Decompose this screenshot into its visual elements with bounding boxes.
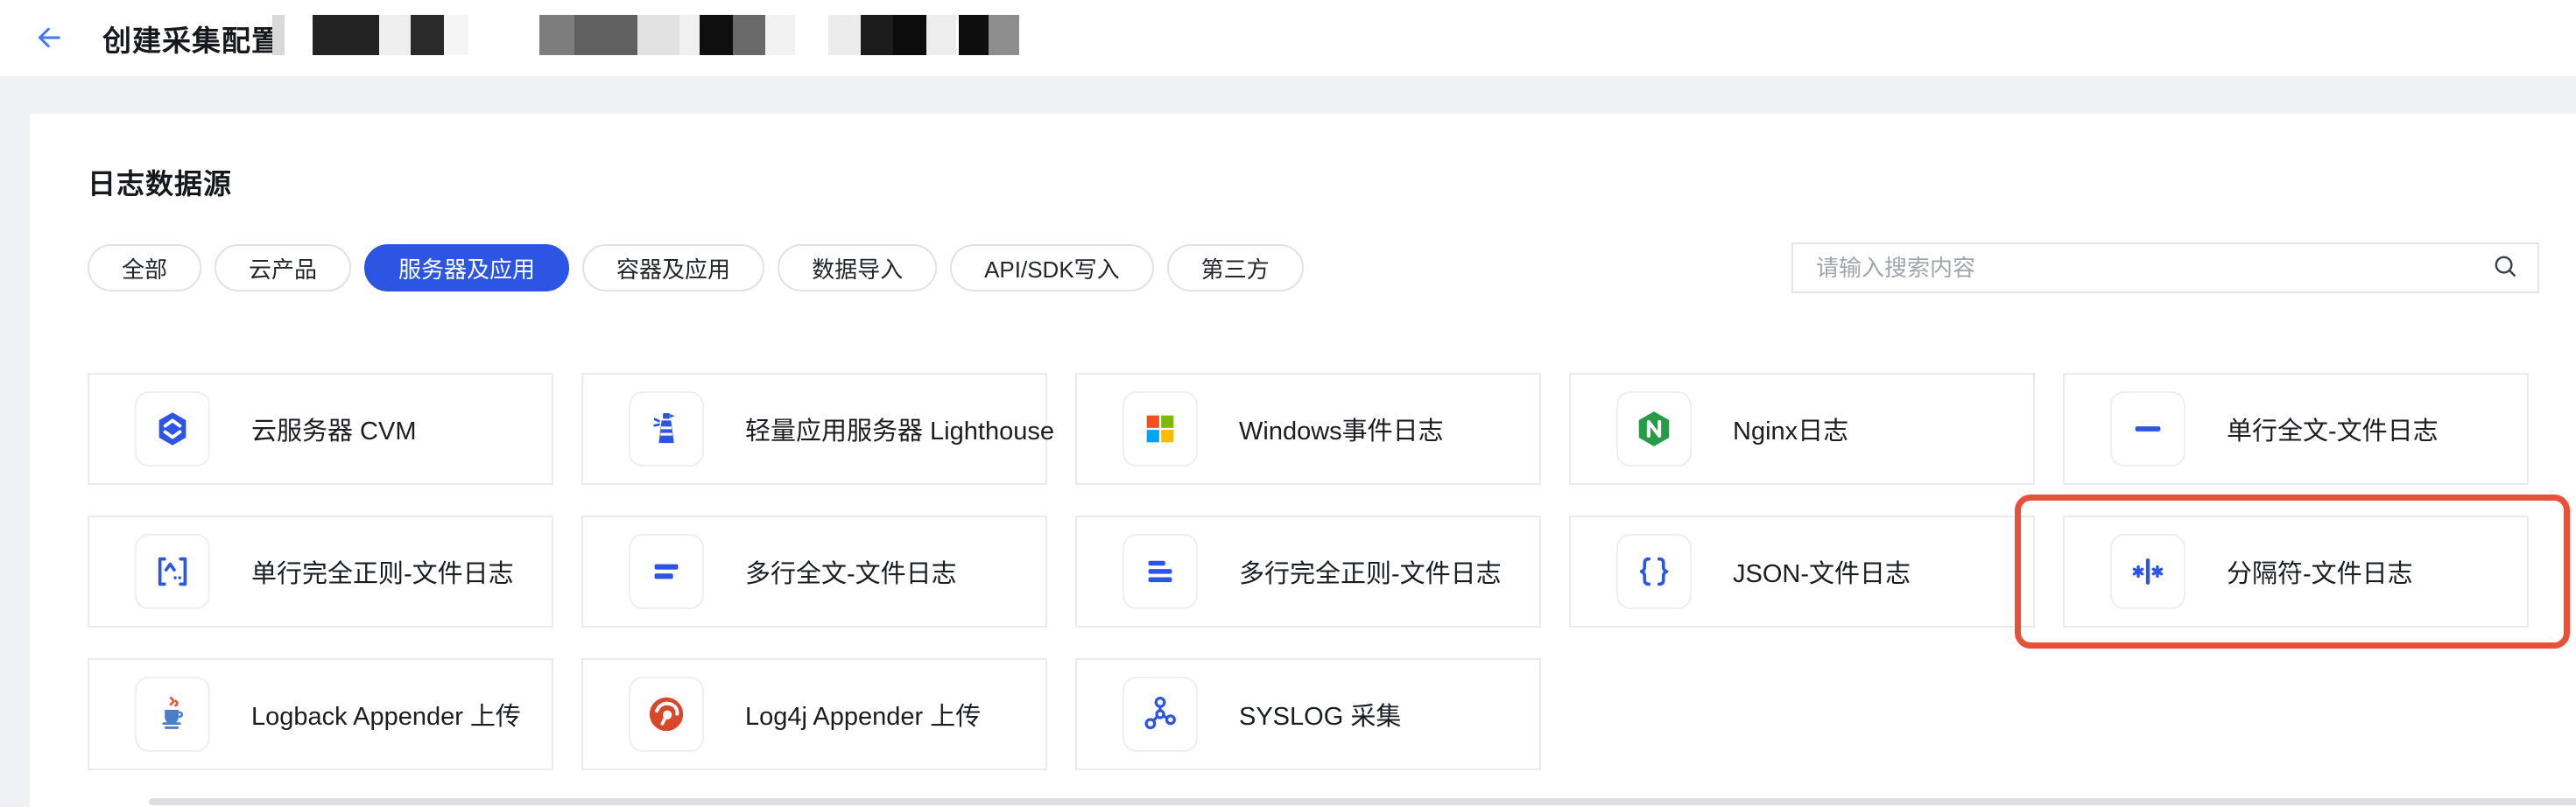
card-icon-box: [1123, 391, 1198, 467]
arrow-left-icon: [39, 27, 60, 47]
redacted-block: [733, 15, 765, 55]
content-panel: 日志数据源 全部云产品服务器及应用容器及应用数据导入 API/SDK写入第三方 云…: [30, 114, 2576, 807]
card-icon-box: [629, 391, 704, 467]
card-label: JSON-文件日志: [1733, 560, 1911, 588]
redacted-block: [828, 15, 861, 55]
cvm-icon: [158, 412, 187, 446]
filter-tab-0[interactable]: 全部: [88, 244, 202, 291]
redacted-block: [379, 15, 411, 55]
card-icon-box: [135, 677, 210, 752]
card-icon-box: [135, 534, 210, 609]
redacted-block: [893, 15, 926, 55]
multi-line-regex-icon: [1148, 560, 1172, 583]
redacted-block: [700, 15, 733, 55]
card-icon-box: [1616, 391, 1692, 467]
redacted-block: [765, 15, 795, 55]
filter-tab-2[interactable]: 服务器及应用: [364, 244, 570, 291]
card-icon-box: [135, 391, 210, 467]
redacted-block: [444, 15, 468, 55]
redacted-block: [679, 15, 700, 55]
search-box: [1791, 242, 2539, 293]
nginx-icon: [1638, 411, 1670, 446]
toolbar: 全部 云产品 服务器及应用 容器及应用 数据导入 API/SDK写入 第三方: [88, 242, 2539, 293]
filter-tab-4[interactable]: 数据导入: [778, 244, 938, 291]
redacted-block: [272, 15, 285, 55]
card-label: Windows事件日志: [1239, 418, 1444, 446]
source-card-4[interactable]: 单行全文-文件日志: [2063, 373, 2529, 485]
horizontal-scrollbar[interactable]: [149, 798, 2576, 805]
filter-tabs: 全部 云产品 服务器及应用 容器及应用 数据导入 API/SDK写入 第三方: [88, 244, 1304, 291]
filter-tab-3[interactable]: 容器及应用: [582, 244, 765, 291]
delimiter-icon: [2132, 558, 2164, 585]
regex-icon: [158, 557, 187, 586]
card-grid: 云服务器 CVM 轻量应用服务器 Lighthouse Windows事件日志 Ngi…: [88, 373, 2570, 770]
card-label: 单行全文-文件日志: [2227, 418, 2439, 446]
page-title: 创建采集配置: [102, 24, 281, 57]
search-icon: [2495, 256, 2516, 277]
source-card-8[interactable]: JSON-文件日志: [1569, 516, 2035, 628]
content-background: 日志数据源 全部云产品服务器及应用容器及应用数据导入 API/SDK写入第三方 云…: [0, 76, 2576, 807]
card-icon-box: [2110, 391, 2185, 467]
json-icon: [1639, 557, 1669, 586]
redacted-block: [539, 15, 574, 55]
search-icon[interactable]: [2490, 251, 2520, 285]
redacted-block: [861, 15, 893, 55]
source-card-5[interactable]: 单行完全正则-文件日志: [88, 516, 553, 628]
lighthouse-icon: [653, 412, 675, 444]
card-label: Logback Appender 上传: [251, 703, 521, 731]
card-label: 分隔符-文件日志: [2227, 560, 2413, 588]
card-label: 单行完全正则-文件日志: [251, 560, 514, 588]
source-card-10[interactable]: Logback Appender 上传: [88, 658, 553, 770]
filter-tab-5[interactable]: API/SDK写入: [950, 244, 1154, 291]
windows-icon: [1146, 415, 1174, 443]
card-icon-box: [629, 534, 704, 609]
card-icon-box: [1123, 534, 1198, 609]
syslog-icon: [1144, 696, 1176, 730]
card-label: SYSLOG 采集: [1239, 703, 1402, 731]
card-label: 轻量应用服务器 Lighthouse: [745, 418, 1054, 446]
card-label: 多行全文-文件日志: [745, 560, 957, 588]
card-icon-box: [1616, 534, 1692, 609]
logback-java-icon: [162, 696, 184, 729]
redacted-block: [313, 15, 379, 55]
multi-line-icon: [654, 564, 679, 579]
filter-tab-1[interactable]: 云产品: [215, 244, 352, 291]
search-input[interactable]: [1816, 254, 2490, 282]
single-line-icon: [2135, 426, 2161, 432]
back-button[interactable]: [30, 19, 68, 58]
log4j-icon: [649, 697, 684, 732]
card-icon-box: [629, 677, 704, 752]
redacted-block: [637, 15, 679, 55]
source-card-7[interactable]: 多行完全正则-文件日志: [1075, 516, 1541, 628]
source-card-9[interactable]: 分隔符-文件日志: [2015, 495, 2570, 649]
source-card-6[interactable]: 多行全文-文件日志: [581, 516, 1047, 628]
card-icon-box: [2110, 534, 2185, 609]
source-card-0[interactable]: 云服务器 CVM: [88, 373, 553, 485]
source-card-1[interactable]: 轻量应用服务器 Lighthouse: [581, 373, 1054, 485]
redacted-block: [574, 15, 637, 55]
redacted-block: [959, 15, 989, 55]
card-icon-box: [1123, 677, 1198, 752]
source-card-3[interactable]: Nginx日志: [1569, 373, 2035, 485]
card-label: Nginx日志: [1733, 418, 1849, 446]
redacted-block: [926, 15, 956, 55]
source-card-12[interactable]: SYSLOG 采集: [1075, 658, 1541, 770]
card-label: 多行完全正则-文件日志: [1239, 560, 1502, 588]
section-title: 日志数据源: [88, 168, 233, 200]
filter-tab-6[interactable]: 第三方: [1166, 244, 1304, 291]
redacted-block: [989, 15, 1019, 55]
arrow-left-icon: [33, 22, 65, 56]
redacted-block: [411, 15, 444, 55]
source-card-11[interactable]: Log4j Appender 上传: [581, 658, 1047, 770]
card-label: Log4j Appender 上传: [745, 703, 982, 731]
card-label: 云服务器 CVM: [251, 418, 417, 446]
page-header: 创建采集配置: [0, 0, 2576, 76]
source-card-2[interactable]: Windows事件日志: [1075, 373, 1541, 485]
